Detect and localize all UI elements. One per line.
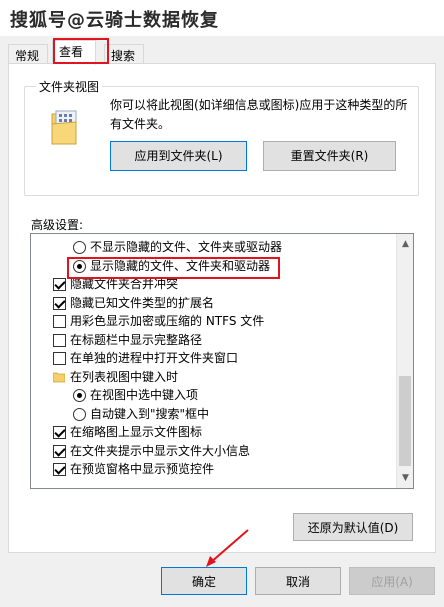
settings-row[interactable]: 显示隐藏的文件、文件夹和驱动器 [31,257,397,275]
folder-views-description: 你可以将此视图(如详细信息或图标)应用于这种类型的所有文件夹。 [110,98,408,131]
settings-row[interactable]: 用彩色显示加密或压缩的 NTFS 文件 [31,312,397,330]
folder-view-icon [51,110,77,145]
settings-row-label: 不显示隐藏的文件、文件夹或驱动器 [90,240,283,254]
settings-row-label: 自动键入到"搜索"框中 [90,406,210,421]
settings-row[interactable]: 不显示隐藏的文件、文件夹或驱动器 [31,238,397,256]
settings-row-label: 显示隐藏的文件、文件夹和驱动器 [90,258,271,273]
settings-row[interactable]: 在文件夹提示中显示文件大小信息 [31,442,397,460]
settings-row-label: 隐藏已知文件类型的扩展名 [70,295,215,310]
title-bar: 搜狐号@云骑士数据恢复 [0,0,444,36]
radio-button[interactable] [73,389,86,402]
scroll-up-icon[interactable]: ▲ [397,236,413,253]
advanced-settings-label: 高级设置: [31,218,84,232]
apply-button[interactable]: 应用(A) [349,567,435,595]
checkbox[interactable] [53,296,66,310]
watermark-text: 搜狐号@云骑士数据恢复 [10,10,219,31]
settings-row[interactable]: 在标题栏中显示完整路径 [31,331,397,349]
settings-row[interactable]: 隐藏已知文件类型的扩展名 [31,294,397,312]
settings-row-label: 隐藏文件夹合并冲突 [70,277,179,291]
reset-folders-button[interactable]: 重置文件夹(R) [263,141,396,171]
checkbox[interactable] [53,426,66,439]
settings-row-label: 在文件夹提示中显示文件大小信息 [70,443,251,458]
checkbox[interactable] [53,444,66,458]
scrollbar[interactable]: ▲ ▼ [396,234,413,488]
scroll-thumb[interactable] [399,376,411,466]
folder-views-title: 文件夹视图 [36,78,103,95]
radio-button[interactable] [73,241,86,254]
checkbox[interactable] [53,315,66,328]
restore-defaults-button[interactable]: 还原为默认值(D) [293,513,413,541]
settings-row-label: 用彩色显示加密或压缩的 NTFS 文件 [70,314,265,328]
checkbox[interactable] [53,463,66,476]
advanced-settings-list[interactable]: 不显示隐藏的文件、文件夹或驱动器 显示隐藏的文件、文件夹和驱动器隐藏文件夹合并冲突… [30,233,414,489]
folder-icon [53,372,65,382]
radio-button[interactable] [73,407,86,421]
settings-row[interactable]: 在单独的进程中打开文件夹窗口 [31,349,397,367]
checkbox[interactable] [53,278,66,291]
settings-row-label: 在缩略图上显示文件图标 [70,425,203,439]
settings-row[interactable]: 隐藏文件夹合并冲突 [31,275,397,293]
cancel-button[interactable]: 取消 [255,567,341,595]
settings-row-label: 在列表视图中键入时 [70,369,179,384]
ok-button[interactable]: 确定 [161,567,247,595]
settings-row[interactable]: 在缩略图上显示文件图标 [31,423,397,441]
settings-row[interactable]: 在视图中选中键入项 [31,386,397,404]
settings-row[interactable]: 在预览窗格中显示预览控件 [31,460,397,478]
tab-view[interactable]: 查看 [52,40,96,65]
settings-row-label: 在单独的进程中打开文件夹窗口 [70,351,239,365]
radio-button[interactable] [73,259,86,273]
checkbox[interactable] [53,333,66,347]
checkbox[interactable] [53,352,66,365]
settings-row-label: 在标题栏中显示完整路径 [70,332,203,347]
settings-row[interactable]: 在列表视图中键入时 [31,368,397,386]
scroll-down-icon[interactable]: ▼ [397,470,413,487]
apply-to-folders-button[interactable]: 应用到文件夹(L) [110,141,247,171]
tab-search[interactable]: 搜索 [104,44,144,64]
settings-row-label: 在预览窗格中显示预览控件 [70,462,215,476]
settings-row-label: 在视图中选中键入项 [90,388,199,402]
settings-row[interactable]: 自动键入到"搜索"框中 [31,405,397,423]
tab-general[interactable]: 常规 [8,44,48,64]
